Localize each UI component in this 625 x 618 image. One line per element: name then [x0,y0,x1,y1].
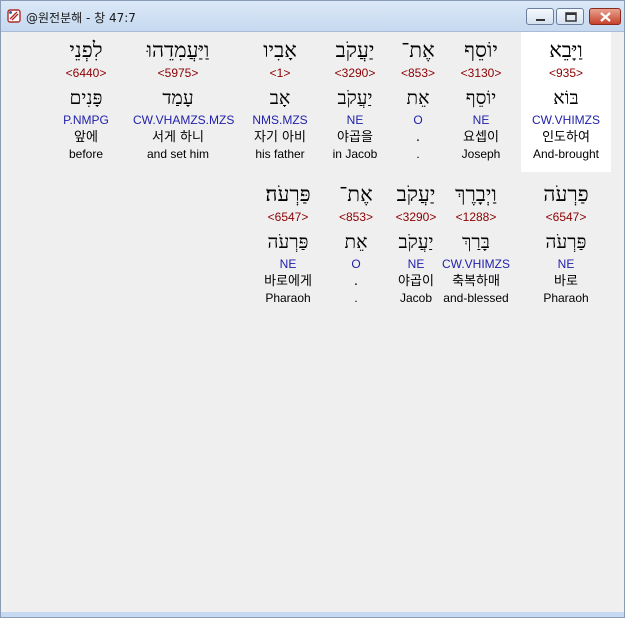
title-bar[interactable]: @원전분해 - 창 47:7 [1,1,624,32]
strong-number: <1> [269,66,291,80]
lemma-word: בּוֹא [553,87,579,109]
lemma-word: אָב [269,87,291,109]
strong-number: <6440> [65,66,107,80]
window-bottom-border [1,612,624,617]
korean-gloss: 바로에게 [264,274,312,289]
morph-code: NE [279,257,297,271]
hebrew-word: פַרְעֹה [543,182,589,206]
lemma-word: פָּנִים [69,87,103,109]
hebrew-word: לִפְנֵי [69,38,103,62]
strong-number: <5975> [157,66,199,80]
korean-gloss: 서게 하니 [152,130,204,145]
strong-number: <935> [548,66,584,80]
word-column[interactable]: אָבִיו <1> אָב NMS.MZS 자기 아비 his father [235,32,325,166]
hebrew-word: פַּרְעֹה׃ [265,182,311,206]
close-icon [600,12,611,22]
lemma-word: פַּרְעֹה [267,231,309,253]
scroll-app-icon[interactable] [6,8,22,24]
morph-code: CW.VHAMZS.MZS [133,113,235,127]
word-column[interactable]: פַרְעֹה <6547> פַּרְעֹה NE 바로 Pharaoh [521,176,611,310]
lemma-word: עָמַד [162,87,194,109]
english-gloss: And-brought [532,147,600,161]
strong-number: <6547> [267,210,309,224]
strong-number: <6547> [545,210,587,224]
app-window: @원전분해 - 창 47:7 וַיָּבֵא <935> בּוֹא CW.VHIM… [0,0,625,618]
close-button[interactable] [589,8,621,25]
english-gloss: his father [255,147,305,161]
hebrew-word: וַיַּעֲמִדֵהוּ [146,38,210,62]
minimize-icon [536,19,545,21]
word-column[interactable]: וַיַּעֲמִדֵהוּ <5975> עָמַד CW.VHAMZS.MZS 서게… [133,32,235,166]
maximize-icon [565,12,577,22]
minimize-button[interactable] [526,8,554,25]
word-column[interactable]: פַּרְעֹה׃ <6547> פַּרְעֹה NE 바로에게 Pharaoh [243,176,333,310]
korean-gloss: 인도하여 [542,130,590,145]
korean-gloss: 앞에 [74,130,98,145]
english-gloss: Pharaoh [265,291,311,305]
morph-code: P.NMPG [63,113,109,127]
hebrew-word: וַיָּבֵא [549,38,583,62]
morph-code: NE [557,257,575,271]
word-column[interactable]: לִפְנֵי <6440> פָּנִים P.NMPG 앞에 before [41,32,131,166]
window-title: @원전분해 - 창 47:7 [26,11,136,25]
morph-code: CW.VHIMZS [532,113,600,127]
hebrew-word: אָבִיו [263,38,297,62]
word-column[interactable]: וַיָּבֵא <935> בּוֹא CW.VHIMZS 인도하여 And-broug… [521,32,611,172]
lemma-word: פַּרְעֹה [545,231,587,253]
analysis-panel: וַיָּבֵא <935> בּוֹא CW.VHIMZS 인도하여 And-broug… [6,32,619,612]
english-gloss: and set him [146,147,210,161]
morph-code: NMS.MZS [252,113,308,127]
english-gloss: before [68,147,104,161]
korean-gloss: 바로 [554,274,578,289]
english-gloss: Pharaoh [543,291,589,305]
maximize-button[interactable] [556,8,584,25]
korean-gloss: 자기 아비 [254,130,306,145]
